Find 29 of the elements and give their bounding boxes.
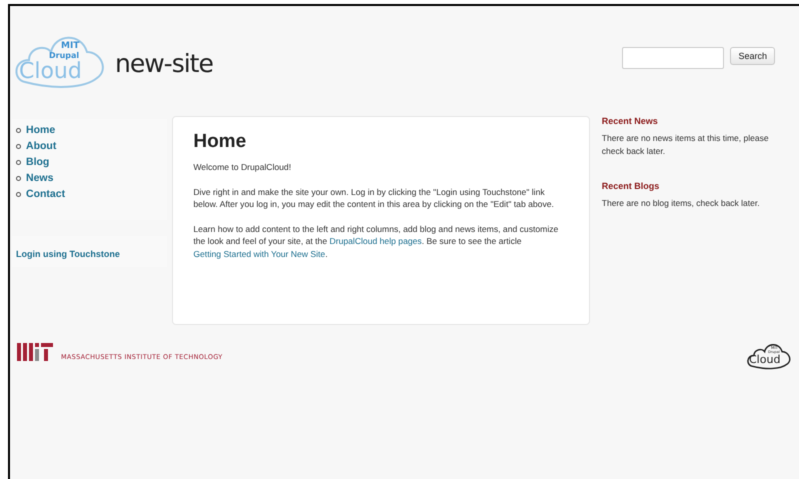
paragraph: Welcome to DrupalCloud! (193, 161, 292, 174)
block-text: There are no blog items, check back later. (602, 197, 761, 210)
menu-link[interactable]: Blog (26, 156, 50, 168)
logo-text: Drupal (49, 52, 80, 60)
block-title: Recent News (602, 116, 659, 126)
paragraph: Dive right in and make the site your own. Log in by clicking the "Login using Touchstone" link below. After you log in, you may edit the content in this area by clicking on the "Edit" tab above. (193, 186, 555, 210)
bullet-icon (16, 160, 21, 164)
bullet-icon (16, 192, 21, 196)
menu-link[interactable]: News (26, 172, 54, 184)
mit-logo-icon (17, 343, 53, 361)
bullet-icon (16, 128, 21, 132)
logo-text: Cloud (19, 61, 82, 83)
help-link[interactable]: Getting Started with Your New Site (193, 248, 326, 258)
search-button[interactable]: Search (730, 47, 775, 65)
paragraph: Learn how to add content to the left and right columns, add blog and news items, and customize the look and feel of your site, at the DrupalCloud help pages. Be sure to see the article Getting Started with Your New Site. (193, 222, 560, 260)
block-text: There are no news items at this time, please check back later. (602, 132, 770, 157)
menu-link[interactable]: Contact (26, 188, 66, 200)
block-title: Recent Blogs (602, 181, 660, 191)
logo-text: MIT (61, 42, 80, 51)
menu-link[interactable]: About (26, 140, 56, 152)
site-name[interactable]: new-site (115, 48, 213, 78)
help-link[interactable]: DrupalCloud help pages (330, 236, 422, 246)
bullet-icon (16, 176, 21, 180)
page-title: Home (193, 131, 248, 153)
menu-link[interactable]: Home (26, 124, 56, 136)
cloud-logo-icon (747, 341, 791, 371)
search-field[interactable] (622, 47, 724, 69)
bullet-icon (16, 144, 21, 148)
login-link[interactable]: Login using Touchstone (16, 249, 120, 259)
